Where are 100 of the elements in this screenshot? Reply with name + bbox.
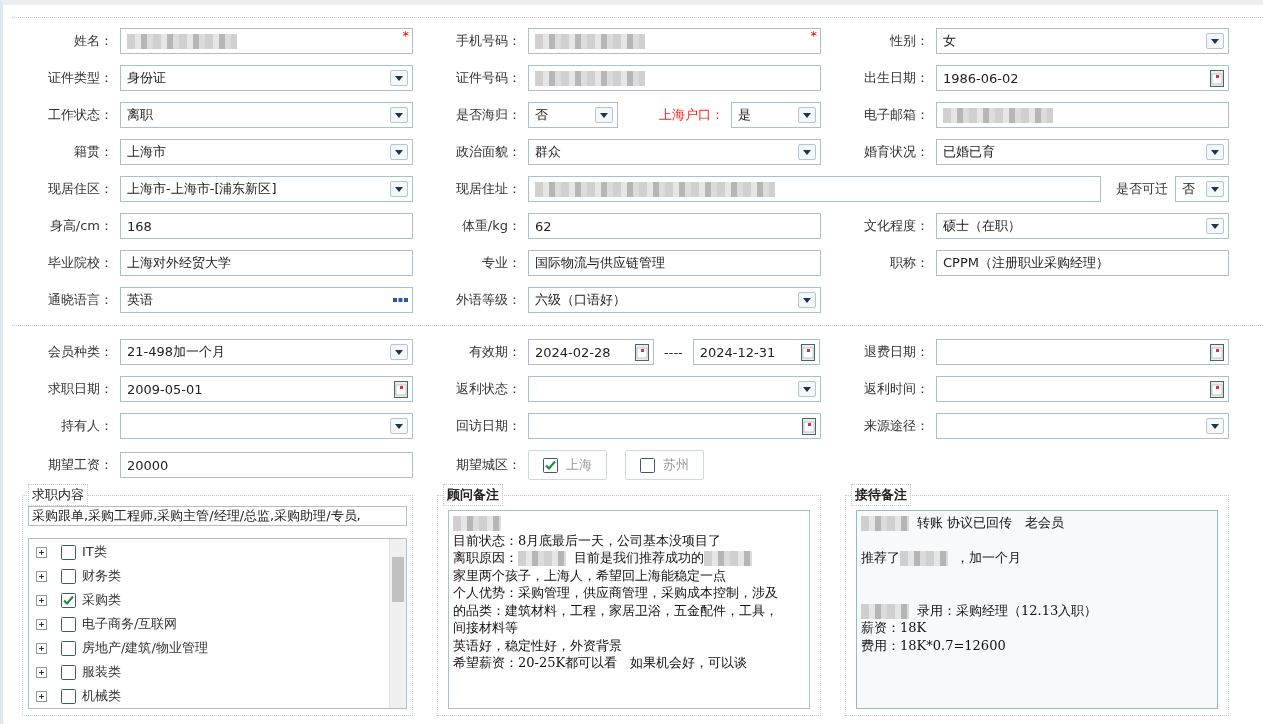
- dropdown-button[interactable]: [1206, 218, 1224, 234]
- text-field[interactable]: 62: [528, 213, 821, 239]
- checkbox[interactable]: [61, 544, 76, 560]
- text-field[interactable]: [528, 176, 1101, 202]
- checkbox[interactable]: [543, 457, 558, 473]
- expand-icon[interactable]: [36, 690, 47, 702]
- dropdown-button[interactable]: [798, 381, 816, 397]
- dropdown-button[interactable]: [1206, 418, 1224, 434]
- text-field[interactable]: 20000: [120, 452, 413, 478]
- date-field[interactable]: 1986-06-02: [936, 65, 1229, 91]
- expand-icon[interactable]: [36, 642, 47, 654]
- select-field[interactable]: 上海市: [120, 139, 413, 165]
- dropdown-button[interactable]: [798, 292, 816, 308]
- select-field[interactable]: 上海市-上海市-[浦东新区]: [120, 176, 413, 202]
- calendar-icon[interactable]: [800, 343, 815, 361]
- text-field[interactable]: 国际物流与供应链管理: [528, 250, 821, 276]
- text-field[interactable]: *: [528, 28, 821, 54]
- dropdown-button[interactable]: [390, 418, 408, 434]
- date-field[interactable]: 2024-02-28: [528, 339, 654, 365]
- select-field[interactable]: 离职: [120, 102, 413, 128]
- calendar-icon[interactable]: [1210, 380, 1224, 398]
- calendar-icon[interactable]: [635, 343, 649, 361]
- select-field[interactable]: 女: [936, 28, 1229, 54]
- notes-area[interactable]: 转账 协议已回传 老会员 推荐了 ，加一个月 录用：采购经理（12.13入职） 薪资：18K 费用：18K*0.7=12600: [856, 510, 1218, 709]
- field-label: 来源途径：: [863, 417, 929, 435]
- text-field[interactable]: 上海对外经贸大学: [120, 250, 413, 276]
- expand-icon[interactable]: [36, 546, 47, 558]
- tree-item-label[interactable]: IT类: [82, 543, 107, 561]
- checkbox[interactable]: [61, 664, 76, 680]
- calendar-icon[interactable]: [1210, 69, 1224, 87]
- field-label: 退费日期：: [863, 343, 929, 361]
- select-field[interactable]: 已婚已育: [936, 139, 1229, 165]
- expand-icon[interactable]: [36, 594, 47, 606]
- calendar-icon[interactable]: [394, 380, 408, 398]
- checkbox[interactable]: [61, 616, 76, 632]
- select-field[interactable]: 六级（口语好）: [528, 287, 821, 313]
- expand-icon[interactable]: [36, 666, 47, 678]
- text-field[interactable]: [528, 65, 821, 91]
- select-field[interactable]: [528, 376, 821, 402]
- select-field[interactable]: 群众: [528, 139, 821, 165]
- expand-icon[interactable]: [36, 570, 47, 582]
- select-field[interactable]: 21-498加一个月: [120, 339, 413, 365]
- dropdown-button[interactable]: [798, 144, 816, 160]
- dropdown-button[interactable]: [1206, 144, 1224, 160]
- checkbox[interactable]: [61, 640, 76, 656]
- tree-item-label[interactable]: 财务类: [82, 567, 121, 585]
- date-field[interactable]: [528, 413, 821, 439]
- note-text: 离职原因：: [453, 550, 518, 565]
- text-field[interactable]: CPPM（注册职业采购经理）: [936, 250, 1229, 276]
- calendar-icon[interactable]: [1210, 343, 1224, 361]
- notes-area[interactable]: 目前状态：8月底最后一天，公司基本没项目了 离职原因： 目前是我们推荐成功的 家里两个孩子，上海人，希望回上海能稳定一点 个人优势：采购管理，供应商管理，采购成本控制，涉及 的品类：建筑材料，工程，家居卫浴，五金配件，工具， 间接材料等 英语好，稳定性好，外资背景 希望薪资：20-25K都可以看 如果机会好，可以谈: [448, 510, 810, 709]
- dropdown-button[interactable]: [595, 107, 613, 123]
- caret-icon: [803, 112, 811, 118]
- required-mark: *: [402, 28, 409, 43]
- tree-item-label[interactable]: 采购类: [82, 591, 121, 609]
- text-field[interactable]: *: [120, 28, 413, 54]
- dropdown-button[interactable]: [390, 70, 408, 86]
- select-field[interactable]: 身份证: [120, 65, 413, 91]
- caret-icon: [803, 149, 811, 155]
- date-field[interactable]: [936, 376, 1229, 402]
- dropdown-button[interactable]: [390, 144, 408, 160]
- dropdown-button[interactable]: [1206, 33, 1224, 49]
- text-field[interactable]: 168: [120, 213, 413, 239]
- summary-field[interactable]: 采购跟单,采购工程师,采购主管/经理/总监,采购助理/专员,: [28, 506, 407, 526]
- tree-item-label[interactable]: 服装类: [82, 663, 121, 681]
- field-label: 职称：: [889, 254, 929, 272]
- note-text: 的品类：建筑材料，工程，家居卫浴，五金配件，工具，: [453, 602, 778, 618]
- select-field[interactable]: [120, 413, 413, 439]
- select-field[interactable]: 否: [528, 102, 618, 128]
- scrollbar[interactable]: [389, 539, 406, 708]
- more-icon[interactable]: [393, 298, 408, 302]
- dropdown-button[interactable]: [798, 107, 816, 123]
- field-label: 婚育状况：: [863, 143, 929, 161]
- select-field[interactable]: 是: [731, 102, 821, 128]
- tree-item-label[interactable]: 电子商务/互联网: [82, 615, 178, 633]
- checkbox[interactable]: [61, 568, 76, 584]
- text-field[interactable]: [936, 102, 1229, 128]
- tree-item-label[interactable]: 机械类: [82, 687, 121, 705]
- field-label: 文化程度：: [863, 217, 929, 235]
- calendar-icon[interactable]: [802, 417, 816, 435]
- date-field[interactable]: 2024-12-31: [692, 339, 820, 365]
- dropdown-button[interactable]: [390, 181, 408, 197]
- dropdown-button[interactable]: [390, 344, 408, 360]
- caret-icon: [395, 186, 403, 192]
- caret-icon: [395, 423, 403, 429]
- tree-item-label[interactable]: 房地产/建筑/物业管理: [82, 639, 208, 657]
- caret-icon: [395, 349, 403, 355]
- checkbox[interactable]: [61, 592, 76, 608]
- checkbox[interactable]: [61, 688, 76, 704]
- date-field[interactable]: 2009-05-01: [120, 376, 413, 402]
- field-label: 返利时间：: [863, 380, 929, 398]
- checkbox[interactable]: [640, 457, 655, 473]
- select-field[interactable]: 硕士（在职）: [936, 213, 1229, 239]
- select-field[interactable]: [936, 413, 1229, 439]
- dropdown-button[interactable]: [1206, 181, 1224, 197]
- lookup-field[interactable]: 英语: [120, 287, 413, 313]
- date-field[interactable]: [936, 339, 1229, 365]
- expand-icon[interactable]: [36, 618, 47, 630]
- select-field[interactable]: 否: [1175, 176, 1229, 202]
- dropdown-button[interactable]: [390, 107, 408, 123]
